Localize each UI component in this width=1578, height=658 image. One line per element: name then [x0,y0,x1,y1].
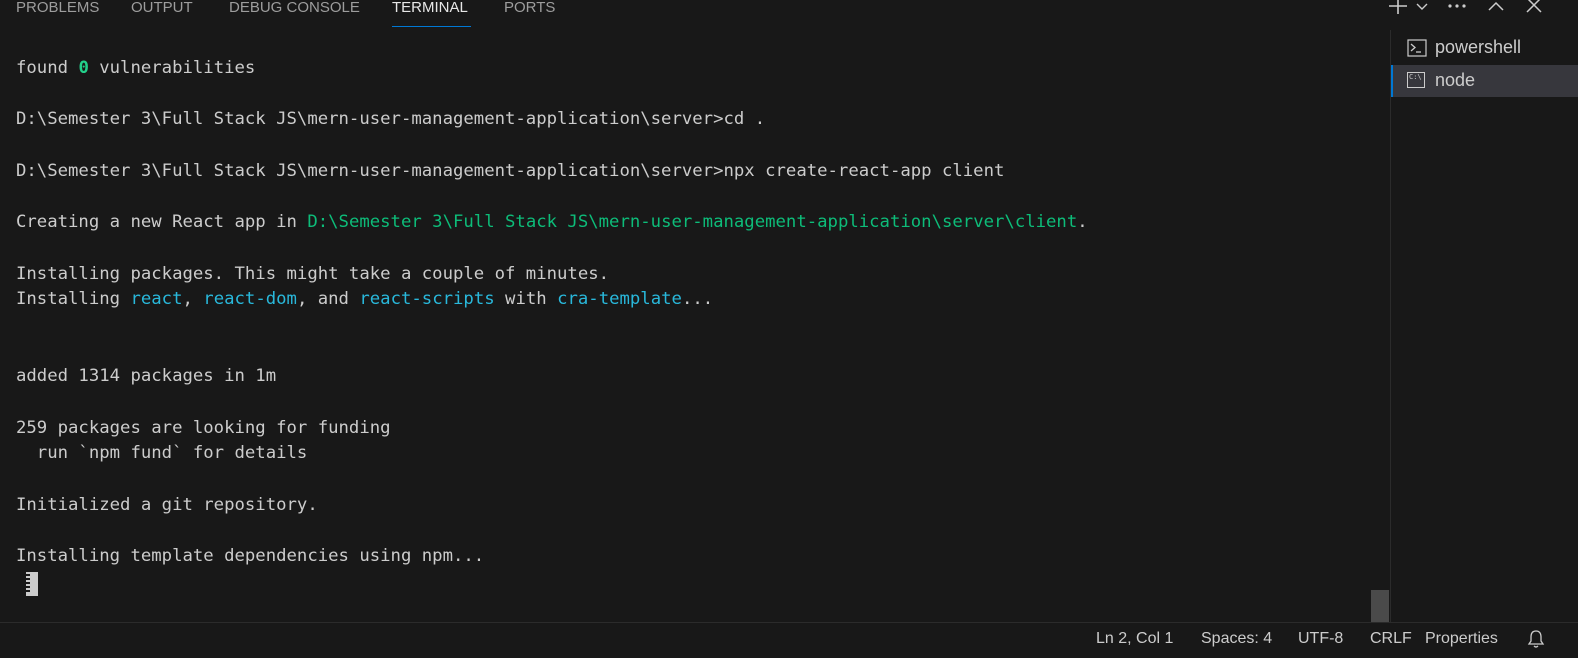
terminal-line: added 1314 packages in 1m [16,364,1366,390]
vscode-panel: PROBLEMS OUTPUT DEBUG CONSOLE TERMINAL P… [0,0,1578,658]
terminal-text: vulnerabilities [88,58,256,78]
terminal-scrollbar[interactable] [1371,30,1389,622]
spinner-glyph [24,574,30,594]
terminal-text: cra-template [557,289,682,310]
terminal-item-powershell[interactable]: powershell [1391,32,1578,64]
terminal-item-label: node [1435,70,1476,90]
terminal-text: react-dom [203,289,297,310]
terminal-text: react [130,289,183,310]
close-icon[interactable] [1525,0,1543,14]
terminal-text: D:\Semester 3\Full Stack JS\mern-user-ma… [16,109,766,130]
terminal-output[interactable]: found 0 vulnerabilities D:\Semester 3\Ful… [16,56,1366,570]
terminal-line: D:\Semester 3\Full Stack JS\mern-user-ma… [16,107,1366,133]
terminal-text: . [1077,212,1088,233]
cursor-position[interactable]: Ln 2, Col 1 [1096,630,1173,648]
terminal-text: react-scripts [359,289,495,310]
terminal-line: Installing react, react-dom, and react-s… [16,287,1366,313]
terminal-text: , [182,289,204,310]
terminal-text: ... [681,289,714,310]
terminal-line: Installing packages. This might take a c… [16,262,1366,288]
terminal-text: D:\Semester 3\Full Stack JS\mern-user-ma… [307,212,1078,233]
terminal-line: D:\Semester 3\Full Stack JS\mern-user-ma… [16,159,1366,185]
language-mode[interactable]: Properties [1425,630,1498,648]
terminal-line: Creating a new React app in D:\Semester … [16,210,1366,236]
terminal-text: Installing template dependencies using n… [16,546,485,567]
terminal-text: added 1314 packages in 1m [16,366,277,387]
terminal-item-node[interactable]: C:\ node [1391,65,1578,97]
more-icon[interactable] [1446,0,1468,14]
terminal-text: with [494,289,558,310]
terminal-line: run `npm fund` for details [16,441,1366,467]
terminal-line: 259 packages are looking for funding [16,416,1366,442]
terminal-text: , and [296,289,360,310]
terminal-text: Initialized a git repository. [16,494,318,515]
panel-tab-bar: PROBLEMS OUTPUT DEBUG CONSOLE TERMINAL P… [0,0,1578,30]
tab-terminal[interactable]: TERMINAL [392,0,471,27]
end-of-line[interactable]: CRLF [1370,630,1412,648]
encoding[interactable]: UTF-8 [1298,630,1343,648]
terminal-line: found 0 vulnerabilities [16,56,1366,82]
tab-ports[interactable]: PORTS [504,0,555,26]
scrollbar-thumb[interactable] [1371,590,1389,622]
powershell-icon [1407,39,1427,57]
bell-icon[interactable] [1527,629,1545,654]
tab-debug-console[interactable]: DEBUG CONSOLE [229,0,360,26]
terminal-text: 259 packages are looking for funding [16,417,391,438]
chevron-up-icon[interactable] [1487,0,1505,14]
tab-problems[interactable]: PROBLEMS [16,0,99,26]
terminal-text: Creating a new React app in [16,212,308,233]
terminal-text: Installing [16,289,131,310]
terminal-text: Installing packages. This might take a c… [16,263,610,284]
chevron-down-icon[interactable] [1415,0,1429,14]
tab-output[interactable]: OUTPUT [131,0,193,26]
terminal-item-label: powershell [1435,37,1522,57]
terminal-line: Installing template dependencies using n… [16,544,1366,570]
terminal-list: powershell C:\ node [1390,30,1578,622]
status-bar: Ln 2, Col 1 Spaces: 4 UTF-8 CRLF Propert… [0,622,1578,658]
terminal-text: run `npm fund` for details [16,443,308,464]
terminal-line: Initialized a git repository. [16,493,1366,519]
terminal-text: D:\Semester 3\Full Stack JS\mern-user-ma… [16,160,1005,181]
terminal-text: found [16,58,79,78]
cmd-icon: C:\ [1407,72,1425,88]
terminal-text: 0 [78,58,89,78]
indentation[interactable]: Spaces: 4 [1201,630,1272,648]
add-icon[interactable] [1388,0,1408,14]
